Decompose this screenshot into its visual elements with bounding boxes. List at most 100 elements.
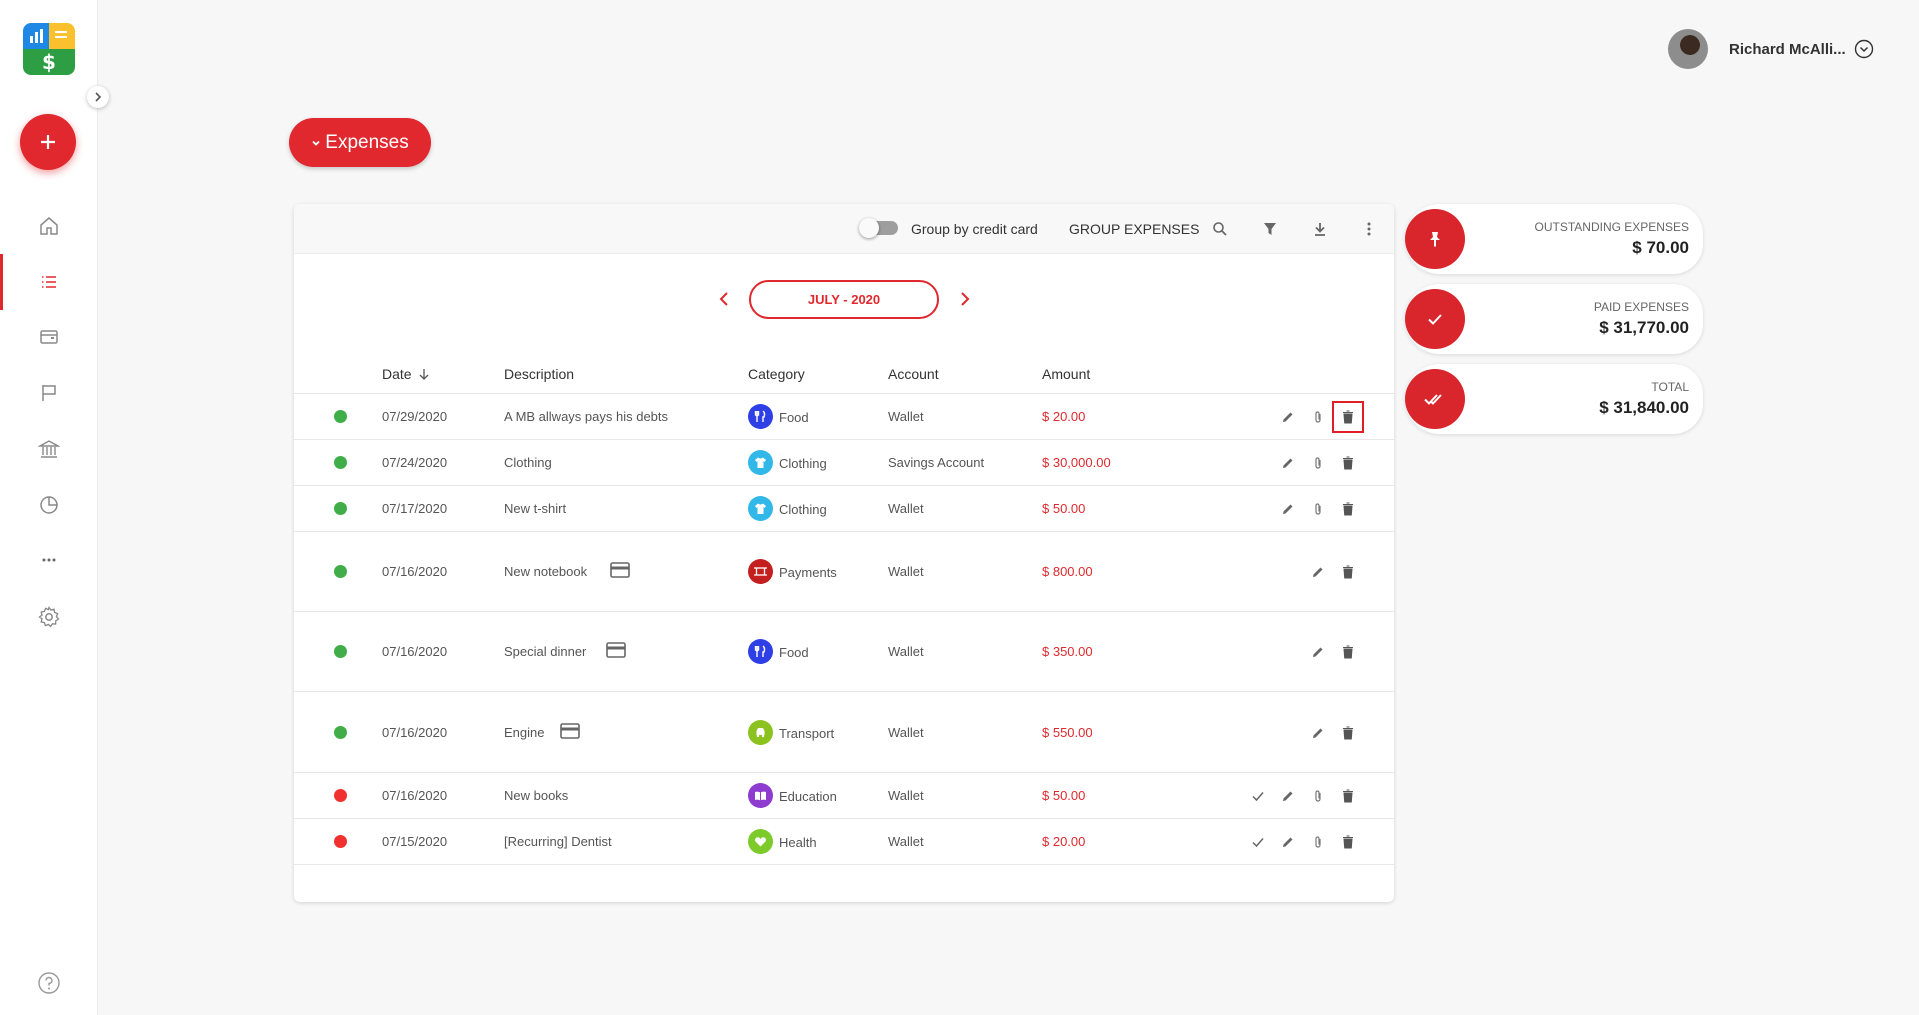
user-name[interactable]: Richard McAlli... — [1729, 41, 1846, 58]
sidebar-item-accounts[interactable] — [0, 421, 98, 477]
add-expense-button[interactable] — [20, 114, 76, 170]
table-row[interactable]: 07/17/2020 New t-shirt Clothing Wallet $… — [294, 486, 1394, 532]
paid-label: PAID EXPENSES — [1593, 300, 1689, 314]
column-header-description[interactable]: Description — [504, 366, 574, 382]
row-account: Wallet — [888, 644, 924, 659]
table-row[interactable]: 07/29/2020 A MB allways pays his debts F… — [294, 394, 1394, 440]
more-options-button[interactable] — [1359, 219, 1379, 239]
outstanding-label: OUTSTANDING EXPENSES — [1534, 220, 1689, 234]
more-vertical-icon — [1367, 222, 1371, 236]
sidebar-expand-button[interactable] — [87, 86, 109, 108]
mark-paid-button[interactable] — [1248, 786, 1268, 806]
row-date: 07/16/2020 — [382, 564, 448, 579]
user-menu[interactable]: Richard McAlli... — [1668, 29, 1874, 69]
delete-button[interactable] — [1332, 401, 1364, 433]
column-header-amount[interactable]: Amount — [1042, 366, 1090, 382]
table-row[interactable]: 07/16/2020 New notebook Payments Wallet … — [294, 532, 1394, 612]
row-category: Payments — [779, 565, 837, 580]
table-row[interactable]: 07/16/2020 Special dinner Food Wallet $ … — [294, 612, 1394, 692]
table-row[interactable]: 07/24/2020 Clothing Clothing Savings Acc… — [294, 440, 1394, 486]
chevron-left-icon[interactable] — [717, 291, 733, 307]
row-account: Wallet — [888, 501, 924, 516]
edit-button[interactable] — [1308, 723, 1328, 743]
mark-paid-button[interactable] — [1248, 832, 1268, 852]
arrow-down-icon — [419, 369, 429, 380]
expenses-dropdown-button[interactable]: Expenses — [289, 118, 431, 167]
help-circle-icon — [38, 972, 60, 994]
edit-button[interactable] — [1278, 832, 1298, 852]
table-row[interactable]: 07/16/2020 Engine Transport Wallet $ 550… — [294, 692, 1394, 773]
sidebar-item-home[interactable] — [0, 198, 98, 254]
delete-button[interactable] — [1338, 562, 1358, 582]
chevron-right-icon[interactable] — [956, 291, 972, 307]
sidebar-item-settings[interactable] — [0, 589, 98, 645]
download-button[interactable] — [1310, 219, 1330, 239]
edit-button[interactable] — [1308, 642, 1328, 662]
row-account: Wallet — [888, 409, 924, 424]
delete-button[interactable] — [1338, 723, 1358, 743]
health-category-icon — [748, 829, 773, 854]
app-logo[interactable]: $ — [23, 23, 75, 75]
month-selector[interactable]: JULY - 2020 — [749, 280, 939, 319]
column-header-date[interactable]: Date — [382, 366, 430, 382]
chevron-down-circle-icon[interactable] — [1854, 39, 1874, 59]
sidebar-item-cards[interactable] — [0, 309, 98, 365]
attachment-button[interactable] — [1308, 453, 1328, 473]
status-paid-dot — [334, 456, 347, 469]
table-row[interactable]: 07/15/2020 [Recurring] Dentist Health Wa… — [294, 819, 1394, 865]
delete-button[interactable] — [1338, 453, 1358, 473]
help-button[interactable] — [37, 971, 61, 999]
pencil-icon — [1283, 458, 1293, 468]
edit-button[interactable] — [1278, 407, 1298, 427]
avatar[interactable] — [1668, 29, 1708, 69]
row-amount: $ 50.00 — [1042, 788, 1086, 803]
delete-button[interactable] — [1338, 642, 1358, 662]
column-header-category[interactable]: Category — [748, 366, 805, 382]
group-expenses-button[interactable]: GROUP EXPENSES — [1069, 221, 1199, 237]
row-description: New books — [504, 788, 569, 803]
sidebar-item-reports[interactable] — [0, 477, 98, 533]
row-date: 07/16/2020 — [382, 788, 448, 803]
credit-card-icon — [560, 723, 580, 739]
delete-button[interactable] — [1338, 499, 1358, 519]
edit-button[interactable] — [1308, 562, 1328, 582]
status-paid-dot — [334, 726, 347, 739]
row-category: Clothing — [779, 456, 827, 471]
search-icon — [1213, 222, 1227, 236]
total-label: TOTAL — [1651, 380, 1689, 394]
sidebar-item-goals[interactable] — [0, 365, 98, 421]
group-by-card-toggle[interactable] — [859, 218, 898, 238]
delete-button[interactable] — [1338, 832, 1358, 852]
status-pending-dot — [334, 789, 347, 802]
attachment-button[interactable] — [1308, 407, 1328, 427]
edit-button[interactable] — [1278, 786, 1298, 806]
trash-icon — [1343, 565, 1353, 579]
row-date: 07/29/2020 — [382, 409, 448, 424]
status-paid-dot — [334, 565, 347, 578]
list-icon — [42, 276, 56, 288]
paperclip-icon — [1315, 503, 1321, 515]
sidebar-item-transactions[interactable] — [0, 254, 98, 310]
total-expenses-card: TOTAL $ 31,840.00 — [1405, 364, 1703, 434]
expenses-label: Expenses — [325, 131, 409, 153]
edit-button[interactable] — [1278, 453, 1298, 473]
payments-category-icon — [748, 559, 773, 584]
table-row[interactable]: 07/16/2020 New books Education Wallet $ … — [294, 773, 1394, 819]
row-date: 07/15/2020 — [382, 834, 448, 849]
attachment-button[interactable] — [1308, 832, 1328, 852]
attachment-button[interactable] — [1308, 786, 1328, 806]
delete-button[interactable] — [1338, 786, 1358, 806]
filter-icon — [1264, 223, 1276, 235]
paperclip-icon — [1315, 411, 1321, 423]
search-button[interactable] — [1210, 219, 1230, 239]
pencil-icon — [1313, 647, 1323, 657]
attachment-button[interactable] — [1308, 499, 1328, 519]
edit-button[interactable] — [1278, 499, 1298, 519]
trash-icon — [1343, 835, 1353, 849]
trash-icon — [1343, 410, 1353, 424]
paid-value: $ 31,770.00 — [1599, 318, 1689, 337]
filter-button[interactable] — [1260, 219, 1280, 239]
paid-expenses-card: PAID EXPENSES $ 31,770.00 — [1405, 284, 1703, 354]
sidebar-item-more[interactable] — [0, 532, 98, 588]
column-header-account[interactable]: Account — [888, 366, 939, 382]
